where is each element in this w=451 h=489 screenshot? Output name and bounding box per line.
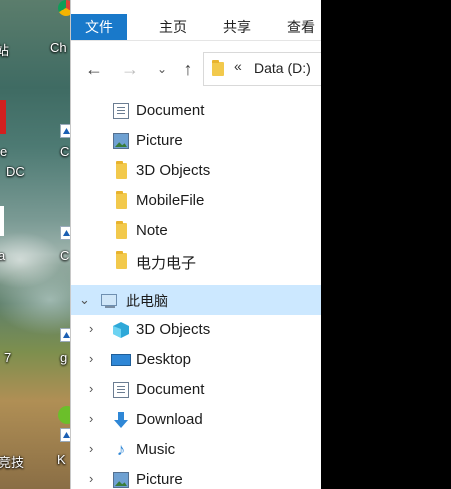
chevron-right-icon[interactable]: › [89, 471, 93, 486]
tab-home[interactable]: 主页 [143, 14, 203, 40]
nav-item-this-pc[interactable]: ⌄ 此电脑 [71, 285, 322, 315]
nav-item-label: 3D Objects [136, 321, 211, 338]
desktop-app-icon-green[interactable] [58, 406, 70, 424]
nav-item-note[interactable]: Note [71, 216, 322, 246]
tab-share[interactable]: 共享 [207, 14, 267, 40]
desktop-icon [111, 354, 131, 366]
chevron-right-icon[interactable]: › [89, 351, 93, 366]
desktop-app-icon-red[interactable] [0, 100, 6, 134]
address-bar[interactable]: « Data (D:) [203, 52, 322, 86]
nav-item-pc-download[interactable]: › Download [71, 405, 322, 435]
nav-item-pc-3d-objects[interactable]: › 3D Objects [71, 315, 322, 345]
shortcut-arrow-icon [60, 328, 70, 342]
desktop-icon-label[interactable]: 7 [4, 350, 11, 365]
folder-icon [212, 60, 224, 76]
desktop-background: 站 Ch e DC C a C 7 g 竞技 K [0, 0, 70, 489]
nav-item-pc-document[interactable]: › Document [71, 375, 322, 405]
nav-item-power-electronics[interactable]: 电力电子 [71, 246, 322, 276]
picture-icon [113, 472, 129, 488]
nav-item-label: 此电脑 [126, 293, 168, 309]
breadcrumb-current[interactable]: Data (D:) [254, 60, 311, 76]
chevron-right-icon[interactable]: › [89, 321, 93, 336]
nav-item-3d-objects[interactable]: 3D Objects [71, 156, 322, 186]
nav-item-label: 3D Objects [136, 162, 211, 179]
document-icon [113, 382, 129, 398]
picture-icon [113, 133, 129, 149]
folder-icon [116, 221, 127, 239]
desktop-icon-label[interactable]: 竞技 [0, 452, 24, 471]
shortcut-arrow-icon [60, 428, 70, 442]
computer-icon [101, 294, 117, 308]
recent-locations-button[interactable]: ⌄ [151, 55, 173, 83]
screen: 站 Ch e DC C a C 7 g 竞技 K 文件 主页 共享 查看 ← →… [0, 0, 451, 489]
nav-item-pc-picture[interactable]: › Picture [71, 465, 322, 489]
nav-item-pc-music[interactable]: › ♪ Music [71, 435, 322, 465]
screen-background [321, 0, 451, 489]
nav-item-label: Picture [136, 132, 183, 149]
shortcut-arrow-icon [60, 226, 70, 240]
chrome-icon[interactable] [58, 0, 70, 16]
chevron-right-icon[interactable]: › [89, 381, 93, 396]
nav-item-pc-desktop[interactable]: › Desktop [71, 345, 322, 375]
music-icon: ♪ [116, 440, 126, 459]
breadcrumb-overflow[interactable]: « [234, 58, 242, 74]
nav-item-label: 电力电子 [136, 255, 197, 272]
desktop-app-icon-white[interactable] [0, 206, 4, 236]
desktop-icon-label[interactable]: a [0, 248, 5, 263]
back-button[interactable]: ← [83, 55, 105, 83]
desktop-icon-label[interactable]: Ch [50, 40, 67, 55]
chevron-down-icon[interactable]: ⌄ [79, 292, 90, 308]
folder-icon [116, 251, 127, 269]
desktop-icon-label[interactable]: g [60, 350, 67, 365]
shortcut-arrow-icon [60, 124, 70, 138]
desktop-icon-label[interactable]: DC [6, 164, 25, 179]
chevron-right-icon[interactable]: › [89, 411, 93, 426]
desktop-icon-label[interactable]: C [60, 144, 69, 159]
desktop-icon-label[interactable]: C [60, 248, 69, 263]
nav-item-label: MobileFile [136, 192, 205, 209]
nav-item-mobilefile[interactable]: MobileFile [71, 186, 322, 216]
navigation-pane: Document Picture 3D Objects MobileFile N… [71, 96, 322, 489]
file-explorer-window: 文件 主页 共享 查看 ← → ⌄ ↑ « Data (D:) Document [70, 0, 322, 489]
nav-item-label: Note [136, 222, 168, 239]
desktop-icon-label[interactable]: 站 [0, 40, 9, 59]
nav-item-label: Document [136, 381, 205, 398]
3d-objects-icon [113, 322, 129, 338]
desktop-icon-label[interactable]: K [57, 452, 66, 467]
nav-item-document[interactable]: Document [71, 96, 322, 126]
tab-file[interactable]: 文件 [71, 14, 127, 40]
nav-item-label: Download [136, 411, 203, 428]
up-button[interactable]: ↑ [177, 55, 199, 83]
folder-icon [116, 191, 127, 209]
download-icon [113, 412, 129, 428]
nav-item-label: Document [136, 102, 205, 119]
folder-icon [116, 161, 127, 179]
chevron-right-icon[interactable]: › [89, 441, 93, 456]
nav-item-label: Picture [136, 471, 183, 488]
nav-item-label: Music [136, 441, 176, 458]
nav-item-picture[interactable]: Picture [71, 126, 322, 156]
tab-view[interactable]: 查看 [271, 14, 322, 40]
forward-button[interactable]: → [119, 55, 141, 83]
desktop-icon-label[interactable]: e [0, 144, 7, 159]
ribbon-tabs: 文件 主页 共享 查看 [71, 0, 322, 41]
document-icon [113, 103, 129, 119]
nav-item-label: Desktop [136, 351, 192, 368]
navigation-bar: ← → ⌄ ↑ « Data (D:) [71, 41, 322, 97]
